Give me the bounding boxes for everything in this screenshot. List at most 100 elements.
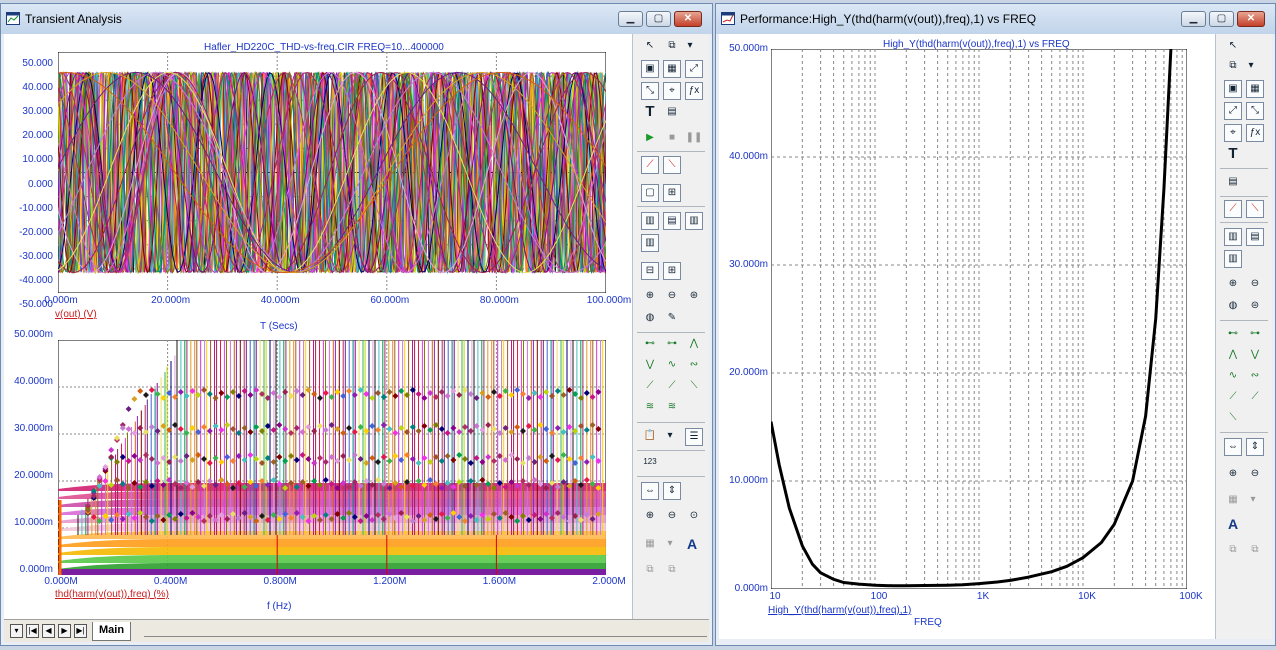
- globe-icon[interactable]: ◍: [1224, 298, 1242, 316]
- thd-vs-frequency-plot[interactable]: [58, 340, 606, 575]
- copy-graph-icon[interactable]: ⧉: [663, 38, 681, 56]
- search-icon[interactable]: ⊜: [1246, 298, 1264, 316]
- globe-icon[interactable]: ◍: [641, 310, 659, 328]
- text-icon[interactable]: T: [641, 104, 659, 122]
- zoom-window-icon[interactable]: ▣: [1224, 80, 1242, 98]
- font-icon[interactable]: A: [683, 536, 701, 554]
- low-icon[interactable]: ∾: [685, 357, 703, 375]
- tag-icon[interactable]: ⤡: [1246, 102, 1264, 120]
- vertical-axis-icon[interactable]: ▥: [641, 234, 659, 252]
- top-trace-label[interactable]: v(out) (V): [55, 309, 97, 320]
- horizontal-axis-icon[interactable]: ▥: [685, 212, 703, 230]
- data-points-icon[interactable]: ▥: [641, 212, 659, 230]
- valley-icon[interactable]: ⋁: [1246, 347, 1264, 365]
- scale-icon[interactable]: ⤢: [1224, 102, 1242, 120]
- peak-icon[interactable]: ⋀: [685, 336, 703, 354]
- tokens-icon[interactable]: ▤: [1246, 228, 1264, 246]
- next-simple-icon[interactable]: ⊷: [1224, 326, 1242, 344]
- zoom-fit-icon[interactable]: ⊛: [685, 288, 703, 306]
- chevron-down-icon[interactable]: ▾: [681, 38, 699, 56]
- fit-vertical-icon[interactable]: ⇕: [663, 482, 681, 500]
- copy-graph-icon[interactable]: ⧉: [1224, 58, 1242, 76]
- close-button[interactable]: ✕: [674, 11, 702, 27]
- table-icon[interactable]: ☰: [685, 428, 703, 446]
- fit-horizontal-icon[interactable]: ⇔: [641, 482, 659, 500]
- fit-vertical-icon[interactable]: ⇕: [1246, 438, 1264, 456]
- minimize-button[interactable]: ▁: [1181, 11, 1206, 27]
- tag-point-icon[interactable]: ⌖: [1224, 124, 1242, 142]
- global-high-icon[interactable]: ⟋: [663, 378, 681, 396]
- high-icon[interactable]: ∿: [1224, 368, 1242, 386]
- marker-right-icon[interactable]: ⟍: [1246, 200, 1264, 218]
- zoom-in-icon[interactable]: ⊕: [641, 508, 659, 526]
- peak-icon[interactable]: ⋀: [1224, 347, 1242, 365]
- high-icon[interactable]: ∿: [663, 357, 681, 375]
- global-low-icon[interactable]: ⟍: [685, 378, 703, 396]
- font-icon[interactable]: A: [1224, 516, 1242, 534]
- zoom-out-icon[interactable]: ⊖: [1246, 466, 1264, 484]
- zoom-in-magnifier-icon[interactable]: ⊕: [641, 288, 659, 306]
- chevron-down-icon[interactable]: ▾: [1242, 58, 1260, 76]
- zoom-in-magnifier-icon[interactable]: ⊕: [1224, 276, 1242, 294]
- numeric-output-icon[interactable]: 123: [641, 454, 659, 472]
- last-sheet-button[interactable]: ▶|: [74, 624, 87, 638]
- zoom-window-icon[interactable]: ▣: [641, 60, 659, 78]
- title-bar[interactable]: Transient Analysis ▁ ▢ ✕: [1, 4, 712, 34]
- maximize-button[interactable]: ▢: [1209, 11, 1234, 27]
- data-points-icon[interactable]: ▥: [1224, 228, 1242, 246]
- properties-icon[interactable]: ▤: [1224, 174, 1242, 192]
- inflection-icon[interactable]: ⟋: [1224, 389, 1242, 407]
- marker-right-icon[interactable]: ⟍: [663, 156, 681, 174]
- tab-main[interactable]: Main: [92, 622, 132, 641]
- chevron-down-icon[interactable]: ▾: [661, 428, 679, 446]
- function-icon[interactable]: ƒx: [685, 82, 703, 100]
- scale-icon[interactable]: ⤢: [685, 60, 703, 78]
- select-cursor-icon[interactable]: ↖: [641, 38, 659, 56]
- tag-point-icon[interactable]: ⌖: [663, 82, 681, 100]
- edit-icon[interactable]: ✎: [663, 310, 681, 328]
- inflection-icon[interactable]: ⟋: [641, 378, 659, 396]
- zoom-out-magnifier-icon[interactable]: ⊖: [663, 288, 681, 306]
- transient-plot[interactable]: [58, 52, 606, 293]
- center-icon[interactable]: ⊞: [663, 184, 681, 202]
- maximize-button[interactable]: ▢: [646, 11, 671, 27]
- horizontal-scrollbar[interactable]: [144, 626, 707, 637]
- bottom-trace-label[interactable]: thd(harm(v(out)),freq) (%): [55, 589, 169, 600]
- first-sheet-button[interactable]: |◀: [26, 624, 39, 638]
- graph-grid-icon[interactable]: ▦: [663, 60, 681, 78]
- frame-icon[interactable]: ▢: [641, 184, 659, 202]
- stop-icon[interactable]: ■: [663, 130, 681, 148]
- vertical-axis-icon[interactable]: ▥: [1224, 250, 1242, 268]
- marker-left-icon[interactable]: ⟋: [1224, 200, 1242, 218]
- performance-plot[interactable]: [771, 49, 1187, 589]
- global-high-icon[interactable]: ⟋: [1246, 389, 1264, 407]
- first-tab-button[interactable]: ▾: [10, 624, 23, 638]
- next-sheet-button[interactable]: ▶: [58, 624, 71, 638]
- marker-left-icon[interactable]: ⟋: [641, 156, 659, 174]
- tag-icon[interactable]: ⤡: [641, 82, 659, 100]
- minimize-button[interactable]: ▁: [618, 11, 643, 27]
- select-cursor-icon[interactable]: ↖: [1224, 38, 1242, 56]
- valley-icon[interactable]: ⋁: [641, 357, 659, 375]
- baseline-icon[interactable]: ⊟: [641, 262, 659, 280]
- title-bar[interactable]: Performance:High_Y(thd(harm(v(out)),freq…: [716, 4, 1275, 34]
- previous-sheet-button[interactable]: ◀: [42, 624, 55, 638]
- tokens-icon[interactable]: ▤: [663, 212, 681, 230]
- zoom-in-icon[interactable]: ⊕: [1224, 466, 1242, 484]
- zoom-region-icon[interactable]: ⊙: [685, 508, 703, 526]
- properties-icon[interactable]: ▤: [663, 104, 681, 122]
- bottom-icon[interactable]: ≋: [663, 399, 681, 417]
- close-button[interactable]: ✕: [1237, 11, 1265, 27]
- global-low-icon[interactable]: ⟍: [1224, 410, 1242, 428]
- graph-grid-icon[interactable]: ▦: [1246, 80, 1264, 98]
- clipboard-icon[interactable]: 📋: [641, 428, 659, 446]
- next-simple-icon[interactable]: ⊷: [641, 336, 659, 354]
- pause-icon[interactable]: ❚❚: [685, 130, 703, 148]
- function-icon[interactable]: ƒx: [1246, 124, 1264, 142]
- top-icon[interactable]: ≋: [641, 399, 659, 417]
- play-icon[interactable]: ▶: [641, 130, 659, 148]
- grid-icon[interactable]: ⊞: [663, 262, 681, 280]
- zoom-out-magnifier-icon[interactable]: ⊖: [1246, 276, 1264, 294]
- zoom-out-icon[interactable]: ⊖: [663, 508, 681, 526]
- previous-simple-icon[interactable]: ⊶: [1246, 326, 1264, 344]
